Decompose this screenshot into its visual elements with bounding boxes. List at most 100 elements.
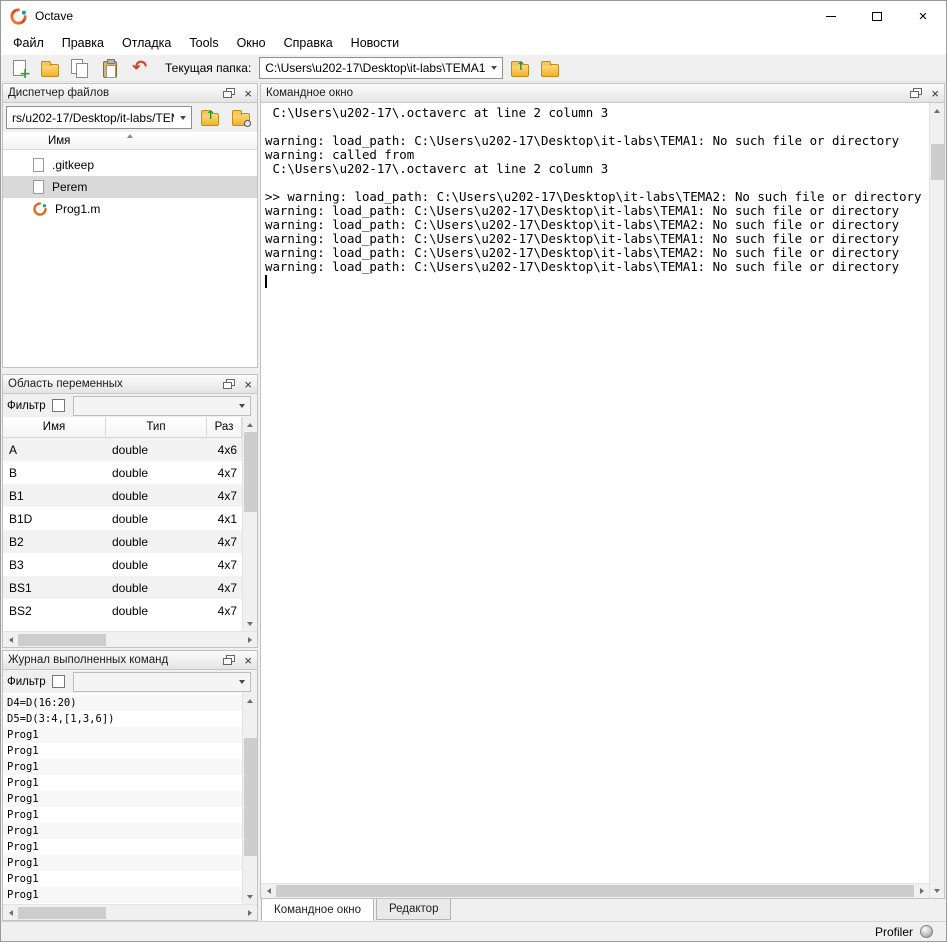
vertical-scrollbar[interactable]: [242, 693, 257, 904]
variable-row[interactable]: B1 double 4x7: [3, 484, 242, 507]
close-panel-icon[interactable]: ×: [244, 378, 252, 391]
scrollbar-thumb[interactable]: [18, 634, 106, 646]
undock-icon[interactable]: [223, 655, 235, 666]
history-item[interactable]: Prog1: [3, 887, 242, 903]
history-item[interactable]: Prog1: [3, 791, 242, 807]
workspace-table-header[interactable]: Имя Тип Раз: [3, 417, 242, 438]
scroll-down-icon[interactable]: [243, 616, 258, 631]
undock-icon[interactable]: [223, 379, 235, 390]
column-header-name[interactable]: Имя: [3, 417, 106, 437]
history-item[interactable]: Prog1: [3, 871, 242, 887]
history-item[interactable]: D4=D(16:20): [3, 695, 242, 711]
scroll-right-icon[interactable]: [242, 632, 257, 647]
horizontal-scrollbar[interactable]: [3, 631, 257, 647]
menu-item[interactable]: Отладка: [113, 31, 180, 55]
scrollbar-thumb[interactable]: [276, 885, 914, 897]
scroll-up-icon[interactable]: [930, 103, 945, 118]
workspace-rows: A double 4x6 B double 4x7: [3, 438, 242, 631]
browse-folder-button[interactable]: [536, 56, 563, 80]
column-header-type[interactable]: Тип: [106, 417, 207, 437]
file-row[interactable]: Prog1.m: [3, 198, 257, 220]
filter-checkbox[interactable]: [52, 399, 65, 412]
filter-combobox[interactable]: [73, 672, 251, 692]
history-item[interactable]: Prog1: [3, 807, 242, 823]
column-header-size[interactable]: Раз: [207, 417, 242, 437]
scrollbar-thumb[interactable]: [18, 907, 106, 919]
undock-icon[interactable]: [910, 88, 922, 99]
close-panel-icon[interactable]: ×: [244, 654, 252, 667]
variable-row[interactable]: A double 4x6: [3, 438, 242, 461]
command-window-title: Командное окно: [266, 87, 353, 99]
file-row[interactable]: Perem: [3, 176, 257, 198]
history-item[interactable]: Prog1: [3, 855, 242, 871]
sort-ascending-icon: [127, 134, 133, 138]
menu-item[interactable]: Файл: [4, 31, 53, 55]
variable-row[interactable]: BS1 double 4x7: [3, 576, 242, 599]
variable-row[interactable]: B3 double 4x7: [3, 553, 242, 576]
history-item[interactable]: Prog1: [3, 823, 242, 839]
scroll-down-icon[interactable]: [930, 883, 945, 898]
browser-actions-button[interactable]: [227, 106, 254, 130]
folder-up-button[interactable]: ↑: [506, 56, 533, 80]
menu-item[interactable]: Правка: [53, 31, 113, 55]
history-item[interactable]: Prog1: [3, 775, 242, 791]
variable-row[interactable]: B1D double 4x1: [3, 507, 242, 530]
close-button[interactable]: ×: [900, 1, 946, 31]
minimize-button[interactable]: [808, 1, 854, 31]
scrollbar-thumb[interactable]: [931, 144, 944, 180]
browser-folder-up-button[interactable]: ↑: [196, 106, 223, 130]
filter-combobox[interactable]: [73, 396, 251, 416]
menu-item[interactable]: Новости: [342, 31, 408, 55]
new-script-button[interactable]: [6, 56, 33, 80]
horizontal-scrollbar[interactable]: [3, 904, 257, 920]
vertical-scrollbar[interactable]: [929, 103, 944, 898]
filter-checkbox[interactable]: [52, 675, 65, 688]
close-panel-icon[interactable]: ×: [931, 87, 939, 100]
paste-button[interactable]: [96, 56, 123, 80]
chevron-down-icon[interactable]: [485, 58, 502, 78]
scroll-up-icon[interactable]: [243, 417, 258, 432]
scroll-left-icon[interactable]: [261, 884, 276, 899]
variable-row[interactable]: B double 4x7: [3, 461, 242, 484]
scroll-left-icon[interactable]: [3, 905, 18, 920]
chevron-down-icon[interactable]: [233, 397, 250, 415]
file-list-header[interactable]: Имя: [3, 132, 257, 150]
menu-item[interactable]: Справка: [275, 31, 342, 55]
scroll-right-icon[interactable]: [242, 905, 257, 920]
maximize-button[interactable]: [854, 1, 900, 31]
close-panel-icon[interactable]: ×: [244, 87, 252, 100]
command-console[interactable]: C:\Users\u202-17\.octaverc at line 2 col…: [261, 103, 929, 883]
vertical-scrollbar[interactable]: [242, 417, 257, 631]
current-folder-combobox[interactable]: C:\Users\u202-17\Desktop\it-labs\TEMA1: [259, 57, 503, 79]
chevron-down-icon[interactable]: [174, 107, 191, 128]
tab[interactable]: Командное окно: [261, 899, 374, 921]
scrollbar-thumb[interactable]: [244, 432, 257, 512]
history-item[interactable]: Prog1: [3, 743, 242, 759]
undock-icon[interactable]: [223, 88, 235, 99]
history-item[interactable]: Prog1: [3, 759, 242, 775]
history-item[interactable]: D5=D(3:4,[1,3,6]): [3, 711, 242, 727]
horizontal-scrollbar[interactable]: [261, 883, 929, 898]
scrollbar-thumb[interactable]: [244, 738, 257, 856]
browser-path-text: rs/u202-17/Desktop/it-labs/TEMA1: [7, 111, 174, 125]
scroll-up-icon[interactable]: [243, 693, 258, 708]
variable-row[interactable]: B2 double 4x7: [3, 530, 242, 553]
variable-row[interactable]: BS2 double 4x7: [3, 599, 242, 622]
browser-path-combobox[interactable]: rs/u202-17/Desktop/it-labs/TEMA1: [6, 106, 192, 129]
variable-type: double: [106, 604, 207, 618]
scroll-right-icon[interactable]: [914, 884, 929, 899]
history-item[interactable]: Prog1: [3, 727, 242, 743]
chevron-down-icon[interactable]: [233, 673, 250, 691]
menu-item[interactable]: Tools: [180, 31, 227, 55]
scroll-left-icon[interactable]: [3, 632, 18, 647]
copy-button[interactable]: [66, 56, 93, 80]
menu-item[interactable]: Окно: [228, 31, 275, 55]
tab[interactable]: Редактор: [376, 899, 452, 920]
history-item[interactable]: Prog1: [3, 839, 242, 855]
profiler-status-icon[interactable]: [920, 925, 933, 938]
file-browser-panel: Диспетчер файлов × rs/u202-17/Desktop/it…: [2, 83, 258, 368]
file-row[interactable]: .gitkeep: [3, 154, 257, 176]
open-file-button[interactable]: [36, 56, 63, 80]
scroll-down-icon[interactable]: [243, 889, 258, 904]
undo-button[interactable]: ↶: [126, 56, 153, 80]
